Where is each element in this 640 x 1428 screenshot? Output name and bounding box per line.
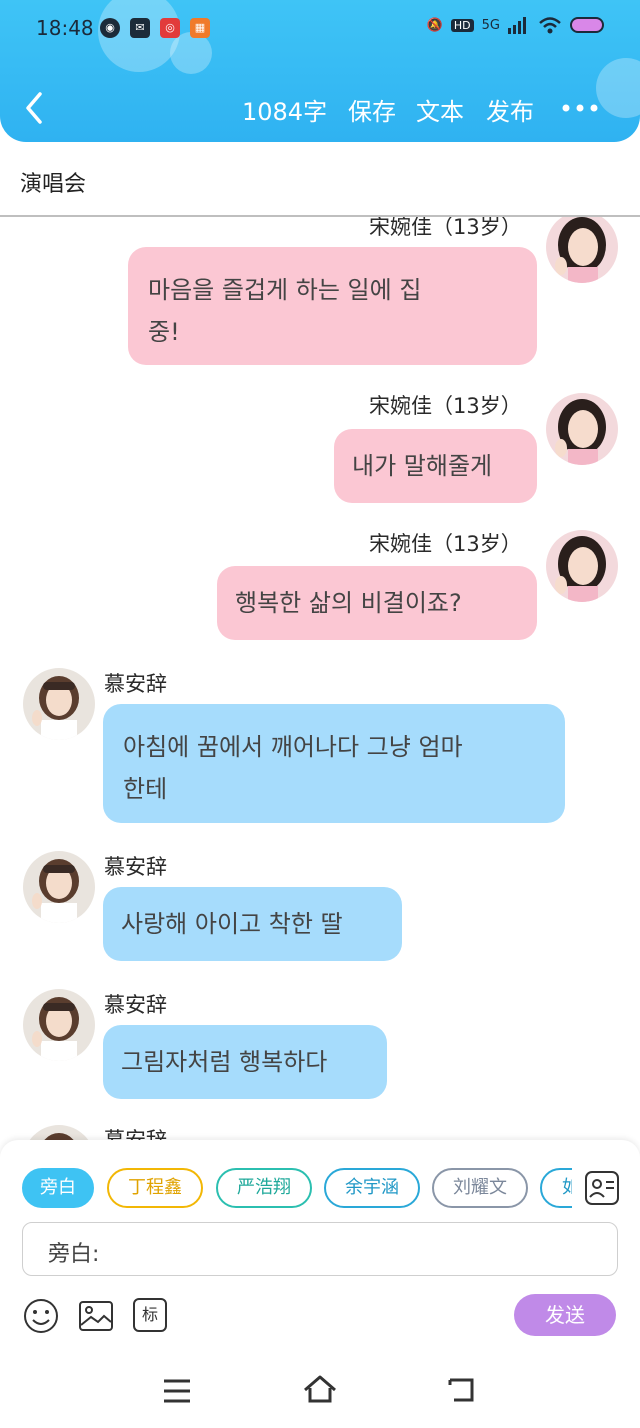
message-input[interactable]: [22, 1222, 618, 1276]
header-decoration: [596, 58, 640, 118]
message-bubble[interactable]: 그림자처럼 행복하다: [103, 1025, 387, 1099]
role-chip[interactable]: 丁程鑫: [107, 1168, 203, 1208]
message-line: 마음을 즐겁게 하는 일에 집: [148, 276, 422, 304]
app-notification-icon: ✉: [130, 18, 150, 38]
image-icon[interactable]: [78, 1298, 114, 1334]
signal-icon: [508, 17, 526, 34]
publish-button[interactable]: 发布: [486, 92, 534, 127]
emoji-icon[interactable]: [23, 1298, 59, 1334]
avatar[interactable]: [23, 1125, 95, 1140]
back-nav-icon[interactable]: [446, 1376, 478, 1404]
speaker-name: 慕安辞: [104, 672, 167, 696]
speaker-name: 宋婉佳（13岁）: [369, 217, 522, 239]
message-bubble[interactable]: 마음을 즐겁게 하는 일에 집 중!: [128, 247, 537, 365]
role-chip[interactable]: 刘耀文: [432, 1168, 528, 1208]
avatar[interactable]: [23, 989, 95, 1061]
menu-icon[interactable]: [162, 1378, 192, 1404]
input-role-label: 旁白:: [48, 1242, 100, 1267]
role-chip[interactable]: 余宇涵: [324, 1168, 420, 1208]
message-line: 사랑해 아이고 착한 딸: [121, 910, 343, 938]
avatar[interactable]: [23, 668, 95, 740]
message-bubble[interactable]: 사랑해 아이고 착한 딸: [103, 887, 402, 961]
avatar[interactable]: [546, 217, 618, 283]
message-line: 내가 말해줄게: [352, 452, 493, 480]
send-button[interactable]: 发送: [514, 1294, 616, 1336]
avatar[interactable]: [546, 530, 618, 602]
message-bubble[interactable]: 행복한 삶의 비결이죠?: [217, 566, 537, 640]
chat-area[interactable]: 宋婉佳（13岁） 마음을 즐겁게 하는 일에 집 중! 宋婉佳（13岁） 내가 …: [0, 217, 640, 1140]
message-line: 그림자처럼 행복하다: [121, 1048, 328, 1076]
more-icon[interactable]: [560, 98, 600, 118]
message-line: 한테: [123, 775, 168, 803]
notification-icons: ◉ ✉ ◎ ▦: [100, 18, 210, 38]
system-nav-bar: [0, 1354, 640, 1428]
weibo-icon: ◎: [160, 18, 180, 38]
speaker-name: 慕安辞: [104, 855, 167, 879]
app-notification-icon: ◉: [100, 18, 120, 38]
wifi-icon: [539, 17, 561, 34]
message-bubble[interactable]: 아침에 꿈에서 깨어나다 그냥 엄마 한테: [103, 704, 565, 823]
document-title[interactable]: 演唱会: [20, 166, 86, 198]
hd-icon: HD: [450, 18, 474, 32]
network-label: 5G: [481, 17, 500, 33]
word-count: 1084字: [242, 98, 328, 126]
role-chip[interactable]: 如: [540, 1168, 572, 1208]
save-button[interactable]: 保存: [348, 92, 396, 127]
status-right: 🔕 HD 5G: [427, 16, 604, 34]
speaker-name: 宋婉佳（13岁）: [369, 532, 522, 556]
role-chip-row[interactable]: 旁白 丁程鑫 严浩翔 余宇涵 刘耀文 如: [0, 1160, 572, 1216]
message-bubble[interactable]: 내가 말해줄게: [334, 429, 537, 503]
speaker-name: 宋婉佳（13岁）: [369, 394, 522, 418]
message-line: 아침에 꿈에서 깨어나다 그냥 엄마: [123, 733, 463, 761]
message-line: 중!: [148, 318, 180, 346]
back-icon[interactable]: [22, 90, 48, 126]
contacts-icon[interactable]: [584, 1170, 620, 1206]
tag-button[interactable]: 标: [133, 1298, 167, 1332]
home-icon[interactable]: [302, 1374, 338, 1404]
app-notification-icon: ▦: [190, 18, 210, 38]
avatar[interactable]: [546, 393, 618, 465]
mute-icon: 🔕: [426, 17, 443, 33]
message-line: 행복한 삶의 비결이죠?: [235, 589, 462, 617]
header-decoration: [170, 32, 212, 74]
role-chip-narrator[interactable]: 旁白: [22, 1168, 94, 1208]
battery-icon: [570, 17, 604, 33]
role-chip[interactable]: 严浩翔: [216, 1168, 312, 1208]
status-time: 18:48: [36, 16, 94, 40]
speaker-name: 慕安辞: [104, 1128, 167, 1140]
avatar[interactable]: [23, 851, 95, 923]
speaker-name: 慕安辞: [104, 993, 167, 1017]
text-button[interactable]: 文本: [416, 92, 464, 127]
